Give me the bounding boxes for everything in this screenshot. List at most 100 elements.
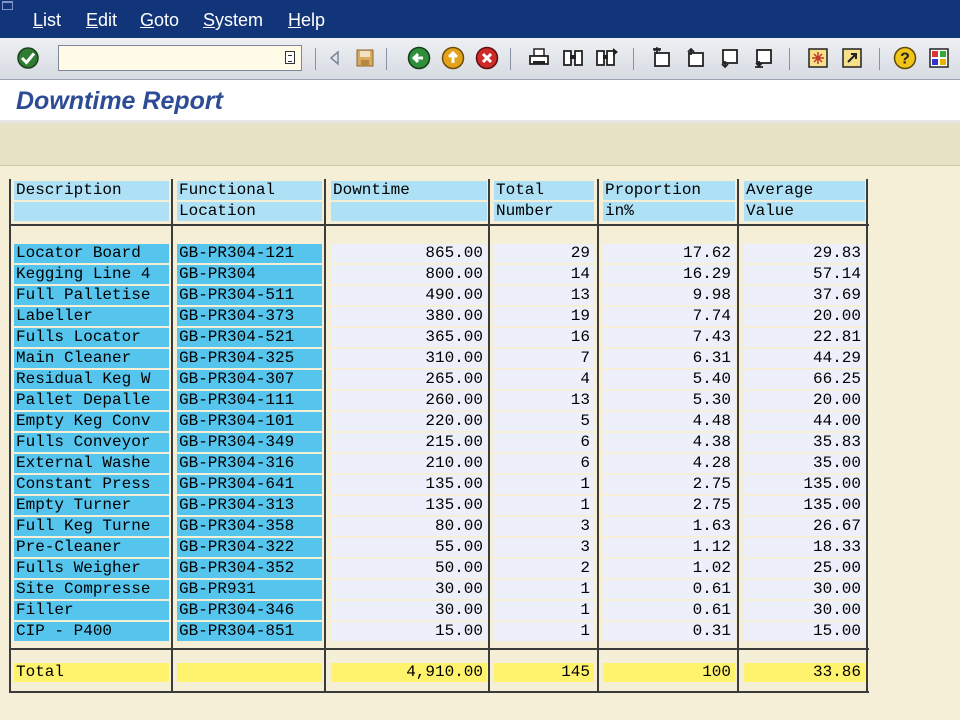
- cell-total-number[interactable]: 3: [494, 517, 594, 536]
- total-proportion[interactable]: 100: [603, 663, 735, 682]
- cell-average-value[interactable]: 66.25: [744, 370, 865, 389]
- shortcut-button[interactable]: [840, 46, 864, 70]
- cell-total-number[interactable]: 5: [494, 412, 594, 431]
- cell-functional-location[interactable]: GB-PR304-511: [177, 286, 322, 305]
- cancel-button[interactable]: [475, 46, 499, 70]
- next-page-button[interactable]: [717, 46, 741, 70]
- previous-page-button[interactable]: [683, 46, 707, 70]
- cell-description[interactable]: Pre-Cleaner: [14, 538, 169, 557]
- cell-average-value[interactable]: 26.67: [744, 517, 865, 536]
- command-field[interactable]: [58, 45, 302, 71]
- help-button[interactable]: ?: [893, 46, 917, 70]
- cell-downtime[interactable]: 310.00: [331, 349, 487, 368]
- cell-proportion[interactable]: 9.98: [603, 286, 735, 305]
- cell-functional-location[interactable]: GB-PR304-121: [177, 244, 322, 263]
- enter-button[interactable]: [16, 46, 40, 70]
- last-page-button[interactable]: [751, 46, 775, 70]
- cell-downtime[interactable]: 55.00: [331, 538, 487, 557]
- cell-proportion[interactable]: 5.30: [603, 391, 735, 410]
- cell-total-number[interactable]: 4: [494, 370, 594, 389]
- total-average-value[interactable]: 33.86: [744, 663, 865, 682]
- menu-system[interactable]: System: [203, 10, 263, 31]
- cell-description[interactable]: Filler: [14, 601, 169, 620]
- column-header-description[interactable]: Description: [14, 181, 169, 200]
- cell-proportion[interactable]: 1.12: [603, 538, 735, 557]
- cell-total-number[interactable]: 1: [494, 496, 594, 515]
- cell-average-value[interactable]: 44.00: [744, 412, 865, 431]
- column-header-functional-location[interactable]: Functional: [177, 181, 322, 200]
- cell-functional-location[interactable]: GB-PR304-307: [177, 370, 322, 389]
- cell-downtime[interactable]: 365.00: [331, 328, 487, 347]
- cell-downtime[interactable]: 135.00: [331, 496, 487, 515]
- total-description[interactable]: Total: [14, 663, 169, 682]
- menu-edit[interactable]: Edit: [86, 10, 117, 31]
- cell-functional-location[interactable]: GB-PR304-325: [177, 349, 322, 368]
- cell-average-value[interactable]: 18.33: [744, 538, 865, 557]
- cell-total-number[interactable]: 1: [494, 622, 594, 641]
- cell-functional-location[interactable]: GB-PR931: [177, 580, 322, 599]
- column-header-total-number-line2[interactable]: Number: [494, 202, 594, 221]
- cell-proportion[interactable]: 6.31: [603, 349, 735, 368]
- cell-functional-location[interactable]: GB-PR304-352: [177, 559, 322, 578]
- cell-functional-location[interactable]: GB-PR304-322: [177, 538, 322, 557]
- cell-total-number[interactable]: 1: [494, 601, 594, 620]
- cell-description[interactable]: External Washe: [14, 454, 169, 473]
- column-header-description-line2[interactable]: [14, 202, 169, 221]
- cell-functional-location[interactable]: GB-PR304-101: [177, 412, 322, 431]
- cell-total-number[interactable]: 2: [494, 559, 594, 578]
- cell-average-value[interactable]: 22.81: [744, 328, 865, 347]
- column-header-functional-location-line2[interactable]: Location: [177, 202, 322, 221]
- layout-button[interactable]: [927, 46, 951, 70]
- cell-average-value[interactable]: 37.69: [744, 286, 865, 305]
- total-functional-location[interactable]: [177, 663, 322, 682]
- cell-description[interactable]: Fulls Conveyor: [14, 433, 169, 452]
- previous-button[interactable]: [323, 46, 347, 70]
- cell-total-number[interactable]: 6: [494, 454, 594, 473]
- first-page-button[interactable]: [649, 46, 673, 70]
- save-button[interactable]: [353, 46, 377, 70]
- cell-proportion[interactable]: 1.02: [603, 559, 735, 578]
- cell-downtime[interactable]: 15.00: [331, 622, 487, 641]
- cell-downtime[interactable]: 800.00: [331, 265, 487, 284]
- find-button[interactable]: [561, 46, 585, 70]
- cell-functional-location[interactable]: GB-PR304-641: [177, 475, 322, 494]
- cell-description[interactable]: Main Cleaner: [14, 349, 169, 368]
- column-header-proportion[interactable]: Proportion: [603, 181, 735, 200]
- cell-total-number[interactable]: 13: [494, 286, 594, 305]
- cell-description[interactable]: CIP - P400: [14, 622, 169, 641]
- cell-downtime[interactable]: 30.00: [331, 580, 487, 599]
- cell-functional-location[interactable]: GB-PR304-521: [177, 328, 322, 347]
- new-session-button[interactable]: [806, 46, 830, 70]
- cell-functional-location[interactable]: GB-PR304: [177, 265, 322, 284]
- column-header-average-value-line2[interactable]: Value: [744, 202, 865, 221]
- cell-description[interactable]: Site Compresse: [14, 580, 169, 599]
- cell-total-number[interactable]: 1: [494, 580, 594, 599]
- menu-goto[interactable]: Goto: [140, 10, 179, 31]
- cell-description[interactable]: Kegging Line 4: [14, 265, 169, 284]
- cell-average-value[interactable]: 135.00: [744, 475, 865, 494]
- back-button[interactable]: [407, 46, 431, 70]
- cell-proportion[interactable]: 4.48: [603, 412, 735, 431]
- cell-average-value[interactable]: 35.00: [744, 454, 865, 473]
- cell-functional-location[interactable]: GB-PR304-358: [177, 517, 322, 536]
- cell-downtime[interactable]: 50.00: [331, 559, 487, 578]
- column-header-total-number[interactable]: Total: [494, 181, 594, 200]
- cell-description[interactable]: Empty Keg Conv: [14, 412, 169, 431]
- cell-total-number[interactable]: 14: [494, 265, 594, 284]
- cell-proportion[interactable]: 16.29: [603, 265, 735, 284]
- cell-proportion[interactable]: 0.31: [603, 622, 735, 641]
- total-total-number[interactable]: 145: [494, 663, 594, 682]
- cell-description[interactable]: Empty Turner: [14, 496, 169, 515]
- cell-total-number[interactable]: 13: [494, 391, 594, 410]
- cell-average-value[interactable]: 44.29: [744, 349, 865, 368]
- cell-average-value[interactable]: 20.00: [744, 307, 865, 326]
- cell-proportion[interactable]: 0.61: [603, 580, 735, 599]
- exit-button[interactable]: [441, 46, 465, 70]
- command-input[interactable]: [59, 46, 287, 70]
- cell-downtime[interactable]: 265.00: [331, 370, 487, 389]
- cell-functional-location[interactable]: GB-PR304-111: [177, 391, 322, 410]
- history-icon[interactable]: [285, 51, 295, 64]
- cell-downtime[interactable]: 220.00: [331, 412, 487, 431]
- column-header-downtime[interactable]: Downtime: [331, 181, 487, 200]
- menu-list[interactable]: List: [33, 10, 61, 31]
